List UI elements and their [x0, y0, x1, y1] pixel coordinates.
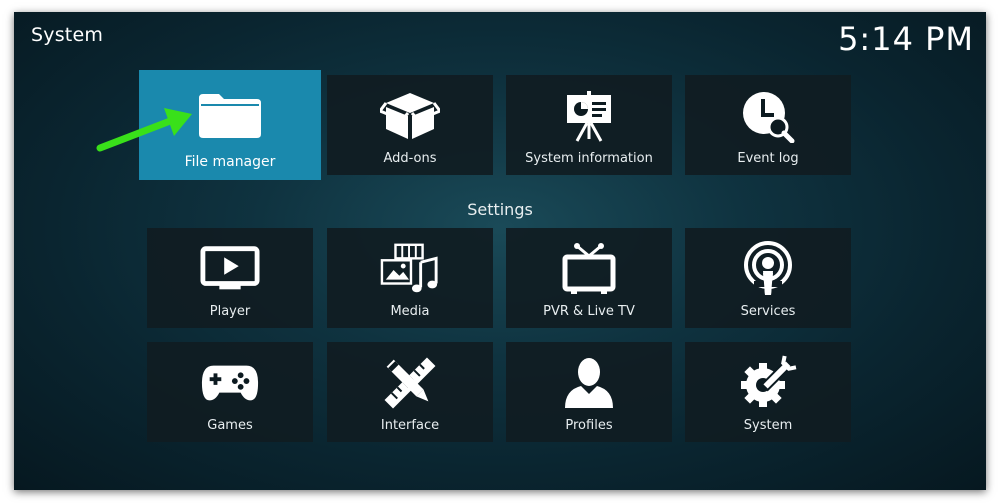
tile-label: Games — [207, 418, 253, 433]
tv-antenna-icon — [559, 242, 619, 296]
tile-add-ons[interactable]: Add-ons — [327, 75, 493, 175]
tile-pvr-live-tv[interactable]: PVR & Live TV — [506, 228, 672, 328]
tile-label: Services — [740, 304, 796, 319]
tile-system-information[interactable]: System information — [506, 75, 672, 175]
tile-label: System — [743, 418, 793, 433]
gear-wrench-icon — [738, 355, 798, 410]
tile-player[interactable]: Player — [147, 228, 313, 328]
tile-label: Interface — [380, 418, 440, 433]
tile-label: System information — [525, 151, 653, 166]
podcast-icon — [738, 241, 798, 296]
gamepad-icon — [200, 356, 260, 410]
tile-label: Event log — [737, 151, 799, 166]
tile-services[interactable]: Services — [685, 228, 851, 328]
tile-label: Media — [390, 304, 430, 319]
folder-icon — [195, 84, 265, 144]
presentation-icon — [559, 89, 619, 143]
tile-interface[interactable]: Interface — [327, 342, 493, 442]
tv-play-icon — [200, 242, 260, 296]
user-icon — [559, 356, 619, 410]
box-icon — [380, 89, 440, 143]
tile-label: Add-ons — [383, 151, 437, 166]
tile-event-log[interactable]: Event log — [685, 75, 851, 175]
settings-heading: Settings — [467, 200, 533, 219]
tile-label: File manager — [184, 154, 276, 170]
tile-profiles[interactable]: Profiles — [506, 342, 672, 442]
kodi-window: System 5:14 PM File manager Add-ons Syst… — [14, 12, 986, 490]
tile-label: Profiles — [565, 418, 613, 433]
tile-games[interactable]: Games — [147, 342, 313, 442]
pencil-ruler-icon — [380, 356, 440, 410]
clock: 5:14 PM — [838, 20, 974, 58]
annotation-arrow-icon — [96, 108, 192, 152]
tile-media[interactable]: Media — [327, 228, 493, 328]
window-title: System — [31, 24, 104, 46]
media-icon — [380, 242, 440, 296]
tile-label: Player — [209, 304, 251, 319]
tile-system[interactable]: System — [685, 342, 851, 442]
tile-label: PVR & Live TV — [543, 304, 635, 319]
clock-search-icon — [738, 89, 798, 143]
